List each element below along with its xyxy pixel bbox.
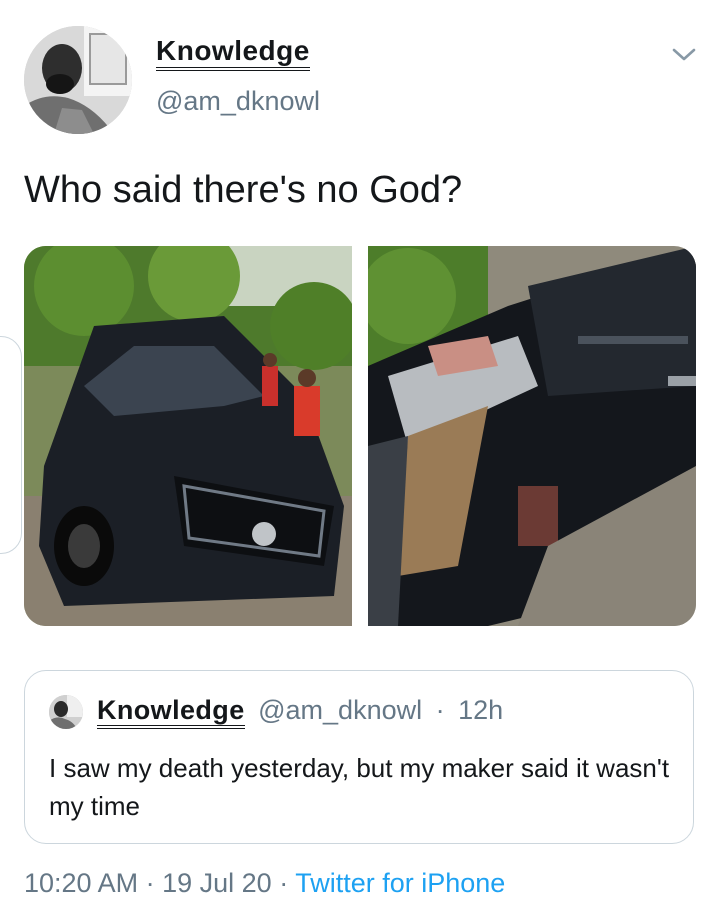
photo-crushed-front[interactable] (368, 246, 696, 626)
avatar[interactable] (24, 26, 132, 134)
source-link[interactable]: Twitter for iPhone (295, 868, 505, 898)
quoted-display-name: Knowledge (97, 695, 245, 729)
photo-wrecked-pickup[interactable] (24, 246, 352, 626)
footer-separator: · (145, 868, 155, 898)
tweet-time: 10:20 AM (24, 868, 139, 898)
chevron-down-icon[interactable] (670, 40, 698, 68)
quoted-handle: @am_dknowl (258, 695, 423, 725)
footer-separator: · (279, 868, 289, 898)
tweet-text: Who said there's no God? (24, 169, 463, 211)
media-grid (24, 246, 696, 626)
quoted-header: Knowledge @am_dknowl · 12h (97, 695, 504, 729)
quoted-separator: · (435, 695, 445, 725)
author-handle[interactable]: @am_dknowl (156, 86, 320, 117)
adjacent-card-edge (0, 336, 22, 554)
quoted-age: 12h (458, 695, 504, 725)
tweet-date: 19 Jul 20 (162, 868, 272, 898)
author-display-name[interactable]: Knowledge (156, 36, 310, 71)
tweet-footer: 10:20 AM · 19 Jul 20 · Twitter for iPhon… (24, 868, 505, 899)
quoted-tweet[interactable]: Knowledge @am_dknowl · 12h I saw my deat… (24, 670, 694, 844)
quoted-text: I saw my death yesterday, but my maker s… (49, 753, 670, 821)
quoted-avatar (49, 695, 83, 729)
